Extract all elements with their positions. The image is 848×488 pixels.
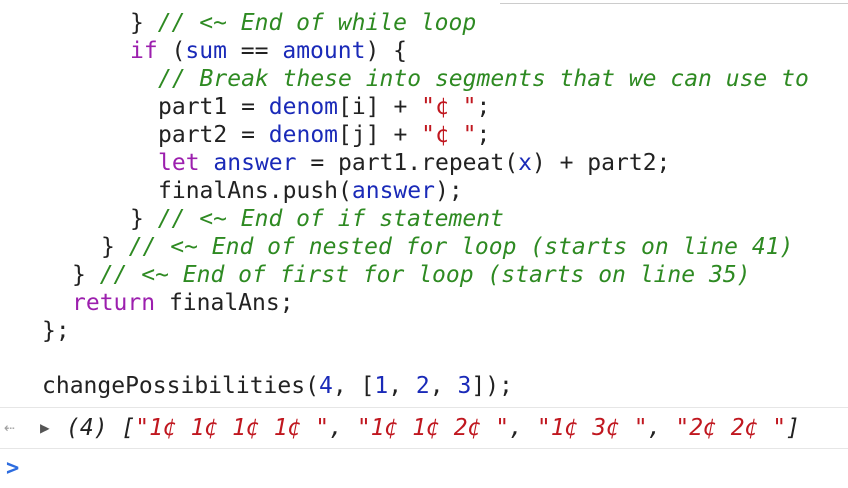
string: "¢ " bbox=[421, 94, 477, 120]
console-result: ⇠ ▶ (4) ["1¢ 1¢ 1¢ 1¢ ", "1¢ 1¢ 2¢ ", "1… bbox=[0, 408, 848, 448]
string: "¢ " bbox=[421, 122, 477, 148]
array-item: "1¢ 1¢ 1¢ 1¢ " bbox=[135, 415, 330, 441]
array-item: "1¢ 1¢ 2¢ " bbox=[356, 415, 510, 441]
variable: sum bbox=[185, 38, 227, 64]
comment: // <~ End of while loop bbox=[157, 10, 477, 36]
code-line-end-first-for: } // <~ End of first for loop (starts on… bbox=[72, 261, 751, 289]
keyword: if bbox=[130, 38, 158, 64]
top-border bbox=[500, 0, 848, 4]
code-line-part1: part1 = denom[i] + "¢ "; bbox=[158, 93, 490, 121]
punct: , bbox=[429, 373, 458, 399]
variable: x bbox=[518, 150, 532, 176]
operator: = bbox=[227, 122, 269, 148]
punct: ]); bbox=[471, 373, 513, 399]
number: 3 bbox=[457, 373, 472, 399]
comment: // <~ End of first for loop (starts on l… bbox=[99, 262, 751, 288]
expand-triangle-icon[interactable]: ▶ bbox=[40, 408, 50, 448]
closing-brace: }; bbox=[42, 318, 70, 344]
code-line-end-while: } // <~ End of while loop bbox=[130, 9, 476, 37]
punct: ); bbox=[434, 178, 463, 204]
identifier: part2 bbox=[158, 122, 228, 148]
return-value: finalAns; bbox=[155, 290, 294, 316]
result-arrow-icon: ⇠ bbox=[4, 417, 15, 438]
brace: } bbox=[72, 262, 100, 288]
operator: + bbox=[379, 94, 422, 120]
punct: ) { bbox=[365, 38, 407, 64]
variable: denom bbox=[268, 122, 339, 148]
array-count: (4) [ bbox=[66, 415, 136, 441]
operator: == bbox=[226, 38, 283, 64]
result-array[interactable]: (4) ["1¢ 1¢ 1¢ 1¢ ", "1¢ 1¢ 2¢ ", "1¢ 3¢… bbox=[66, 408, 800, 448]
punct: ; bbox=[476, 94, 491, 120]
keyword: let bbox=[158, 150, 200, 176]
code-line-end-if: } // <~ End of if statement bbox=[130, 205, 504, 233]
index: [i] bbox=[338, 94, 380, 120]
comment: // <~ End of if statement bbox=[157, 206, 504, 232]
separator: , bbox=[329, 415, 357, 441]
variable: answer bbox=[351, 178, 435, 204]
number: 1 bbox=[374, 373, 389, 399]
brace: } bbox=[130, 10, 158, 36]
array-close: ] bbox=[786, 415, 800, 441]
separator: , bbox=[647, 415, 676, 441]
console-input[interactable]: > bbox=[0, 449, 848, 488]
punct: , [ bbox=[332, 373, 375, 399]
punct: ( bbox=[157, 38, 186, 64]
code-line-let-answer: let answer = part1.repeat(x) + part2; bbox=[158, 149, 670, 177]
punct: ; bbox=[476, 122, 491, 148]
number: 4 bbox=[318, 373, 333, 399]
code-line-if: if (sum == amount) { bbox=[130, 37, 407, 65]
array-item: "1¢ 3¢ " bbox=[536, 415, 648, 441]
comment: // <~ End of nested for loop (starts on … bbox=[128, 234, 794, 260]
identifier: part1 bbox=[158, 94, 228, 120]
separator: , bbox=[509, 415, 537, 441]
variable: denom bbox=[268, 94, 339, 120]
code-line-call: changePossibilities(4, [1, 2, 3]); bbox=[42, 372, 513, 400]
index: [j] bbox=[338, 122, 380, 148]
operator: = bbox=[227, 94, 269, 120]
brace: } bbox=[130, 206, 158, 232]
code-line-part2: part2 = denom[j] + "¢ "; bbox=[158, 121, 490, 149]
keyword: return bbox=[72, 290, 156, 316]
variable: answer bbox=[213, 150, 297, 176]
prompt-chevron-icon: > bbox=[6, 456, 20, 481]
operator: + bbox=[379, 122, 422, 148]
code-line-push: finalAns.push(answer); bbox=[158, 177, 463, 205]
code-line-end-nested-for: } // <~ End of nested for loop (starts o… bbox=[101, 233, 793, 261]
call-rest: ) + part2; bbox=[531, 150, 671, 176]
call: part1.repeat( bbox=[338, 150, 519, 176]
brace: } bbox=[101, 234, 129, 260]
code-line-comment-break: // Break these into segments that we can… bbox=[158, 65, 809, 93]
number: 2 bbox=[415, 373, 430, 399]
code-line-close: }; bbox=[42, 317, 70, 345]
array-item: "2¢ 2¢ " bbox=[675, 415, 787, 441]
comment: // Break these into segments that we can… bbox=[158, 66, 809, 92]
variable: amount bbox=[282, 38, 366, 64]
code-line-return: return finalAns; bbox=[72, 289, 294, 317]
operator: = bbox=[296, 150, 339, 176]
punct: , bbox=[388, 373, 416, 399]
call: finalAns.push( bbox=[158, 178, 352, 204]
function-call: changePossibilities( bbox=[42, 373, 319, 399]
